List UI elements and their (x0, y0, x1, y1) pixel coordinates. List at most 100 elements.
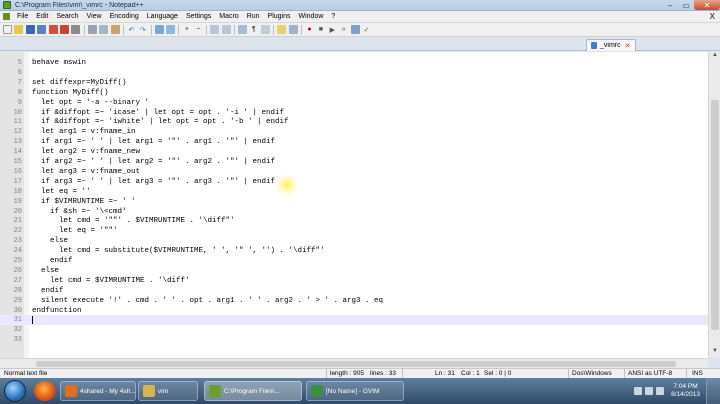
close-button[interactable]: ✕ (694, 0, 720, 10)
code-line[interactable]: 9 let opt = '-a --binary ' (0, 98, 708, 108)
code-line[interactable]: 25 endif (0, 256, 708, 266)
code-line[interactable]: 12 let arg1 = v:fname_in (0, 127, 708, 137)
menu-settings[interactable]: Settings (182, 13, 215, 20)
editor-area[interactable]: 5 behave mswin 6 7 set diffexpr=MyDiff() 8 fun… (0, 52, 708, 358)
taskbar-item-notepad-plus-plus[interactable]: C:\Program Files\... (204, 381, 302, 401)
code-line[interactable]: 7 set diffexpr=MyDiff() (0, 78, 708, 88)
code-line[interactable]: 32 (0, 325, 708, 335)
user-language-icon[interactable] (277, 25, 287, 34)
volume-icon[interactable] (656, 387, 665, 395)
network-icon[interactable] (645, 387, 654, 395)
horizontal-scrollbar[interactable] (0, 358, 708, 368)
code-line[interactable]: 21 let cmd = '""' . $VIMRUNTIME . '\diff… (0, 216, 708, 226)
menu-edit[interactable]: Edit (32, 13, 52, 20)
code-text: if &diffopt =~ 'iwhite' | let opt = opt … (32, 118, 289, 127)
code-line[interactable]: 19 if $VIMRUNTIME =~ ' ' (0, 197, 708, 207)
cut-icon[interactable] (87, 25, 97, 34)
undo-icon[interactable]: ↶ (127, 25, 136, 34)
word-wrap-icon[interactable] (238, 25, 248, 34)
menu-language[interactable]: Language (143, 13, 182, 20)
save-all-icon[interactable] (37, 25, 47, 34)
zoom-out-icon[interactable]: − (194, 25, 203, 34)
code-line[interactable]: 26 else (0, 266, 708, 276)
document-map-icon[interactable] (288, 25, 298, 34)
paste-icon[interactable] (110, 25, 120, 34)
close-document-button[interactable]: X (710, 12, 715, 21)
stop-macro-icon[interactable]: ■ (316, 25, 325, 34)
minimize-button[interactable]: – (662, 0, 678, 10)
tab-vimrc[interactable]: _vimrc ✕ (586, 39, 636, 51)
menu-window[interactable]: Window (295, 13, 328, 20)
menu-plugins[interactable]: Plugins (264, 13, 295, 20)
menu-view[interactable]: View (83, 13, 106, 20)
record-macro-icon[interactable]: ● (305, 25, 314, 34)
sync-horizontal-icon[interactable] (221, 25, 231, 34)
code-line[interactable]: 30 endfunction (0, 306, 708, 316)
show-hidden-icons-icon[interactable] (634, 387, 643, 395)
taskbar-item-4shared[interactable]: 4shared - My 4sh... (60, 381, 136, 401)
code-line[interactable]: 14 let arg2 = v:fname_new (0, 147, 708, 157)
play-macro-icon[interactable]: ▶ (328, 25, 337, 34)
code-line[interactable]: 8 function MyDiff() (0, 88, 708, 98)
code-line[interactable]: 28 endif (0, 286, 708, 296)
sync-vertical-icon[interactable] (210, 25, 220, 34)
menu-help[interactable]: ? (327, 13, 339, 20)
scroll-down-arrow-icon[interactable]: ▼ (709, 348, 720, 358)
replace-icon[interactable] (166, 25, 176, 34)
menu-search[interactable]: Search (52, 13, 82, 20)
code-line[interactable]: 33 (0, 335, 708, 345)
menu-encoding[interactable]: Encoding (106, 13, 143, 20)
code-line[interactable]: 15 if arg2 =~ ' ' | let arg2 = '"' . arg… (0, 157, 708, 167)
scroll-up-arrow-icon[interactable]: ▲ (709, 52, 720, 62)
close-icon[interactable] (48, 25, 58, 34)
taskbar-item-vim-folder[interactable]: vim (138, 381, 198, 401)
play-macro-multiple-icon[interactable]: » (339, 25, 348, 34)
taskbar-item-gvim[interactable]: [No Name] - GVIM (306, 381, 404, 401)
code-line[interactable]: 16 let arg3 = v:fname_out (0, 167, 708, 177)
code-line[interactable]: 13 if arg1 =~ ' ' | let arg1 = '"' . arg… (0, 137, 708, 147)
vertical-scroll-thumb[interactable] (711, 100, 719, 330)
tab-close-button[interactable]: ✕ (625, 42, 631, 50)
code-line[interactable]: 22 let eq = '""' (0, 226, 708, 236)
line-number: 32 (13, 326, 22, 335)
maximize-button[interactable]: ▭ (678, 0, 694, 10)
menu-run[interactable]: Run (243, 13, 264, 20)
document-menu-icon[interactable] (3, 13, 10, 20)
code-line[interactable]: 18 let eq = '' (0, 187, 708, 197)
code-line[interactable]: 27 let cmd = $VIMRUNTIME . '\diff' (0, 276, 708, 286)
clock[interactable]: 7:04 PM 8/14/2013 (671, 383, 700, 399)
menu-macro[interactable]: Macro (215, 13, 242, 20)
code-line[interactable]: 17 if arg3 =~ ' ' | let arg3 = '"' . arg… (0, 177, 708, 187)
print-icon[interactable] (71, 25, 81, 34)
horizontal-scroll-thumb[interactable] (36, 361, 676, 367)
open-folder-icon[interactable] (14, 25, 24, 34)
code-line[interactable]: 20 if &sh =~ '\<cmd' (0, 207, 708, 217)
code-line[interactable]: 29 silent execute '!' . cmd . ' ' . opt … (0, 296, 708, 306)
find-icon[interactable] (154, 25, 164, 34)
redo-icon[interactable]: ↷ (138, 25, 147, 34)
copy-icon[interactable] (99, 25, 109, 34)
start-button-icon[interactable] (4, 380, 26, 402)
save-macro-icon[interactable] (350, 25, 360, 34)
code-line[interactable]: 11 if &diffopt =~ 'iwhite' | let opt = o… (0, 117, 708, 127)
line-number: 30 (13, 306, 22, 315)
code-line[interactable]: 6 (0, 68, 708, 78)
code-line[interactable]: 31 (0, 315, 708, 326)
spell-check-icon[interactable]: ✓ (362, 25, 371, 34)
code-line[interactable]: 5 behave mswin (0, 58, 708, 68)
firefox-icon[interactable] (34, 381, 56, 401)
close-all-icon[interactable] (59, 25, 69, 34)
show-desktop-button[interactable] (706, 378, 720, 404)
show-all-characters-icon[interactable]: ¶ (249, 25, 258, 34)
code-line[interactable]: 24 let cmd = substitute($VIMRUNTIME, ' '… (0, 246, 708, 256)
zoom-in-icon[interactable]: + (182, 25, 191, 34)
indent-guide-icon[interactable] (260, 25, 270, 34)
line-number: 10 (13, 108, 22, 117)
vertical-scrollbar[interactable]: ▲ ▼ (708, 52, 720, 358)
new-file-icon[interactable] (3, 25, 12, 34)
save-icon[interactable] (25, 25, 35, 34)
menu-file[interactable]: File (13, 13, 32, 20)
gvim-icon (311, 385, 323, 397)
code-line[interactable]: 10 if &diffopt =~ 'icase' | let opt = op… (0, 108, 708, 118)
code-line[interactable]: 23 else (0, 236, 708, 246)
